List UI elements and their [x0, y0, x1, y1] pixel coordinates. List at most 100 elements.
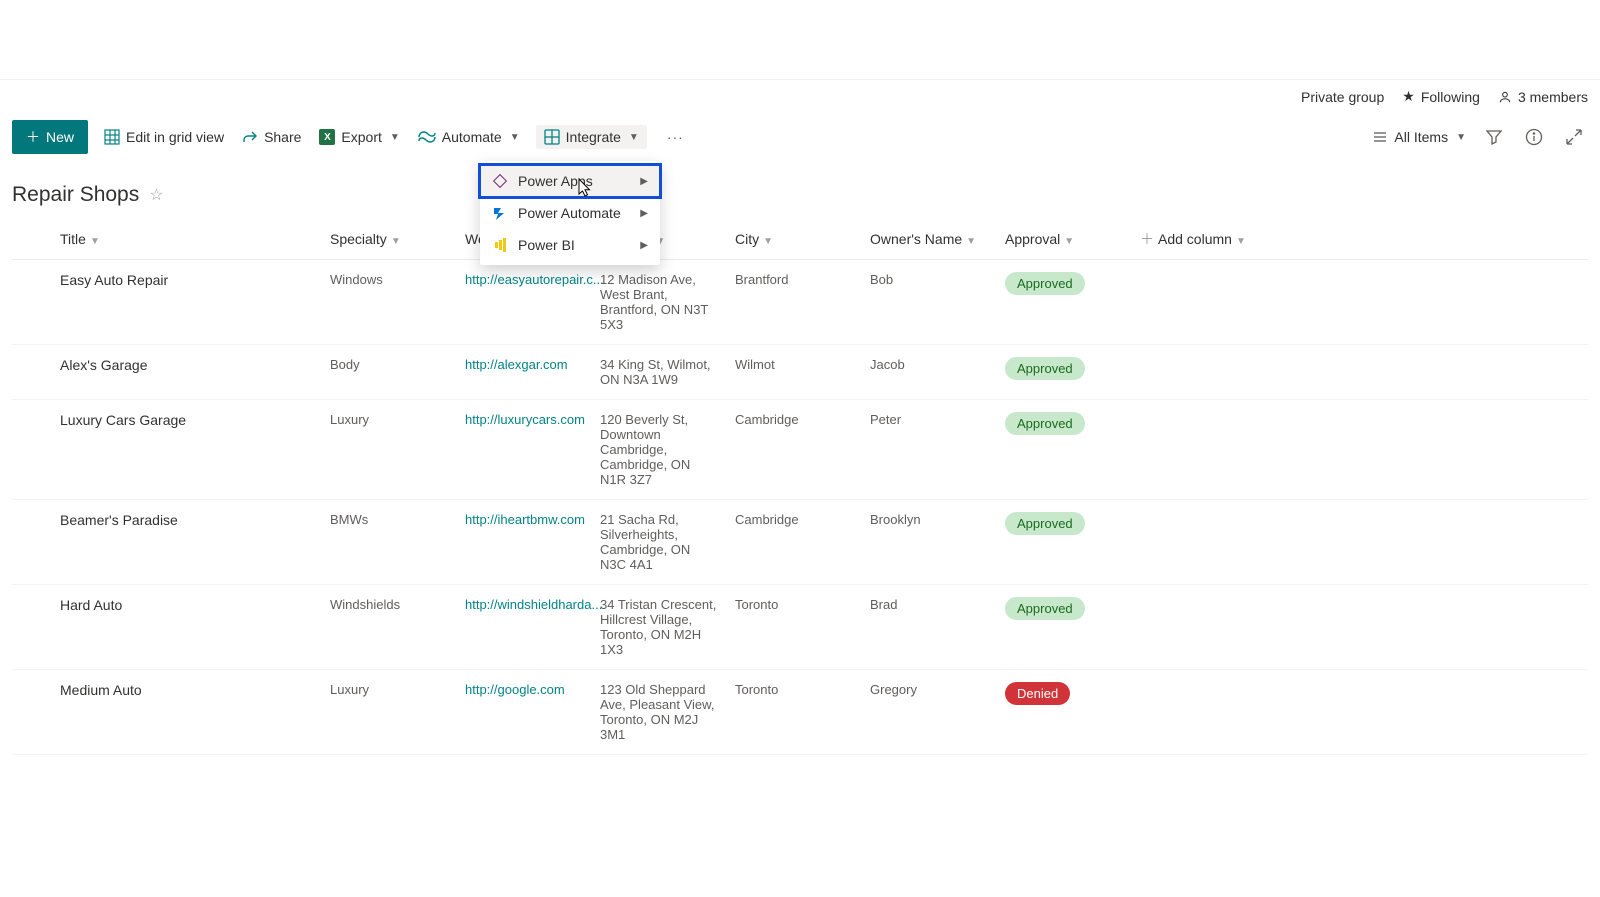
export-label: Export: [341, 129, 381, 145]
table-row[interactable]: Hard Auto Windshields http://windshieldh…: [12, 585, 1588, 670]
edit-grid-label: Edit in grid view: [126, 129, 224, 145]
chevron-down-icon: ▼: [763, 236, 773, 247]
plus-icon: ＋: [1140, 231, 1154, 247]
cell-approval: Approved: [997, 500, 1132, 585]
share-icon: [242, 129, 258, 145]
cell-owner: Peter: [862, 400, 997, 500]
cell-approval: Approved: [997, 400, 1132, 500]
website-link[interactable]: http://alexgar.com: [465, 357, 568, 372]
website-link[interactable]: http://iheartbmw.com: [465, 512, 585, 527]
column-header-owner[interactable]: Owner's Name▼: [862, 219, 997, 260]
more-button[interactable]: ···: [661, 125, 690, 149]
chevron-right-icon: ▶: [640, 176, 648, 187]
expand-button[interactable]: [1560, 123, 1588, 151]
list-title: Repair Shops: [12, 183, 139, 207]
cell-title: Hard Auto: [52, 585, 322, 670]
chevron-right-icon: ▶: [640, 240, 648, 251]
dropdown-item-powerapps[interactable]: Power Apps ▶: [480, 165, 660, 197]
cell-website: http://iheartbmw.com: [457, 500, 592, 585]
cell-specialty: Windows: [322, 260, 457, 345]
chevron-down-icon: ▼: [1236, 236, 1246, 247]
list-table: Title▼ Specialty▼ Website▼ Address▼ City…: [12, 219, 1588, 755]
website-link[interactable]: http://easyautorepair.c...: [465, 272, 604, 287]
export-button[interactable]: X Export ▼: [317, 125, 401, 149]
cell-city: Cambridge: [727, 400, 862, 500]
new-label: New: [46, 129, 74, 145]
integrate-icon: [544, 129, 560, 145]
cell-city: Toronto: [727, 670, 862, 755]
column-header-city[interactable]: City▼: [727, 219, 862, 260]
cell-address: 120 Beverly St, Downtown Cambridge, Camb…: [592, 400, 727, 500]
table-row[interactable]: Beamer's Paradise BMWs http://iheartbmw.…: [12, 500, 1588, 585]
add-column-button[interactable]: ＋Add column▼: [1132, 219, 1272, 260]
dropdown-item-powerbi[interactable]: Power BI ▶: [480, 229, 660, 261]
chevron-down-icon: ▼: [1064, 236, 1074, 247]
cell-address: 34 Tristan Crescent, Hillcrest Village, …: [592, 585, 727, 670]
share-button[interactable]: Share: [240, 125, 303, 149]
website-link[interactable]: http://luxurycars.com: [465, 412, 585, 427]
cell-specialty: Windshields: [322, 585, 457, 670]
chevron-down-icon: ▼: [90, 236, 100, 247]
site-info-bar: Private group ★ Following 3 members: [0, 80, 1600, 113]
favorite-button[interactable]: ☆: [149, 185, 163, 205]
chevron-right-icon: ▶: [640, 208, 648, 219]
cell-approval: Approved: [997, 585, 1132, 670]
cell-title: Alex's Garage: [52, 345, 322, 400]
filter-button[interactable]: [1480, 123, 1508, 151]
cell-address: 123 Old Sheppard Ave, Pleasant View, Tor…: [592, 670, 727, 755]
cell-approval: Denied: [997, 670, 1132, 755]
group-type: Private group: [1301, 89, 1384, 105]
column-header-approval[interactable]: Approval▼: [997, 219, 1132, 260]
list-icon: [1372, 129, 1388, 145]
members-count[interactable]: 3 members: [1498, 89, 1588, 105]
dropdown-item-label: Power BI: [518, 237, 575, 253]
cell-website: http://alexgar.com: [457, 345, 592, 400]
powerbi-icon: [492, 237, 508, 253]
share-label: Share: [264, 129, 301, 145]
following-status[interactable]: ★ Following: [1402, 88, 1480, 105]
cell-website: http://google.com: [457, 670, 592, 755]
cell-address: 12 Madison Ave, West Brant, Brantford, O…: [592, 260, 727, 345]
cell-approval: Approved: [997, 345, 1132, 400]
integrate-dropdown: Power Apps ▶ Power Automate ▶ Power BI ▶: [480, 161, 660, 265]
cell-owner: Jacob: [862, 345, 997, 400]
cell-owner: Brooklyn: [862, 500, 997, 585]
cell-title: Luxury Cars Garage: [52, 400, 322, 500]
chevron-down-icon: ▼: [1456, 132, 1466, 143]
cell-city: Toronto: [727, 585, 862, 670]
column-header-title[interactable]: Title▼: [52, 219, 322, 260]
table-row[interactable]: Easy Auto Repair Windows http://easyauto…: [12, 260, 1588, 345]
filter-icon: [1486, 129, 1502, 145]
website-link[interactable]: http://windshieldharda...: [465, 597, 602, 612]
expand-icon: [1566, 129, 1582, 145]
cell-specialty: Luxury: [322, 400, 457, 500]
cell-website: http://windshieldharda...: [457, 585, 592, 670]
info-button[interactable]: [1520, 123, 1548, 151]
approval-badge: Approved: [1005, 512, 1085, 535]
automate-button[interactable]: Automate ▼: [416, 125, 522, 149]
cell-owner: Bob: [862, 260, 997, 345]
new-button[interactable]: ＋ New: [12, 120, 88, 154]
approval-badge: Approved: [1005, 357, 1085, 380]
column-header-specialty[interactable]: Specialty▼: [322, 219, 457, 260]
view-picker[interactable]: All Items ▼: [1370, 125, 1468, 149]
cell-owner: Gregory: [862, 670, 997, 755]
cell-address: 21 Sacha Rd, Silverheights, Cambridge, O…: [592, 500, 727, 585]
info-icon: [1525, 128, 1543, 146]
integrate-button[interactable]: Integrate ▼: [536, 125, 647, 149]
dropdown-item-powerautomate[interactable]: Power Automate ▶: [480, 197, 660, 229]
powerapps-icon: [492, 173, 508, 189]
website-link[interactable]: http://google.com: [465, 682, 565, 697]
table-row[interactable]: Alex's Garage Body http://alexgar.com 34…: [12, 345, 1588, 400]
approval-badge: Denied: [1005, 682, 1070, 705]
table-row[interactable]: Luxury Cars Garage Luxury http://luxuryc…: [12, 400, 1588, 500]
approval-badge: Approved: [1005, 272, 1085, 295]
cell-specialty: Body: [322, 345, 457, 400]
chevron-down-icon: ▼: [390, 132, 400, 143]
cell-address: 34 King St, Wilmot, ON N3A 1W9: [592, 345, 727, 400]
dropdown-item-label: Power Automate: [518, 205, 621, 221]
excel-icon: X: [319, 129, 335, 145]
table-row[interactable]: Medium Auto Luxury http://google.com 123…: [12, 670, 1588, 755]
edit-grid-button[interactable]: Edit in grid view: [102, 125, 226, 149]
cell-website: http://luxurycars.com: [457, 400, 592, 500]
